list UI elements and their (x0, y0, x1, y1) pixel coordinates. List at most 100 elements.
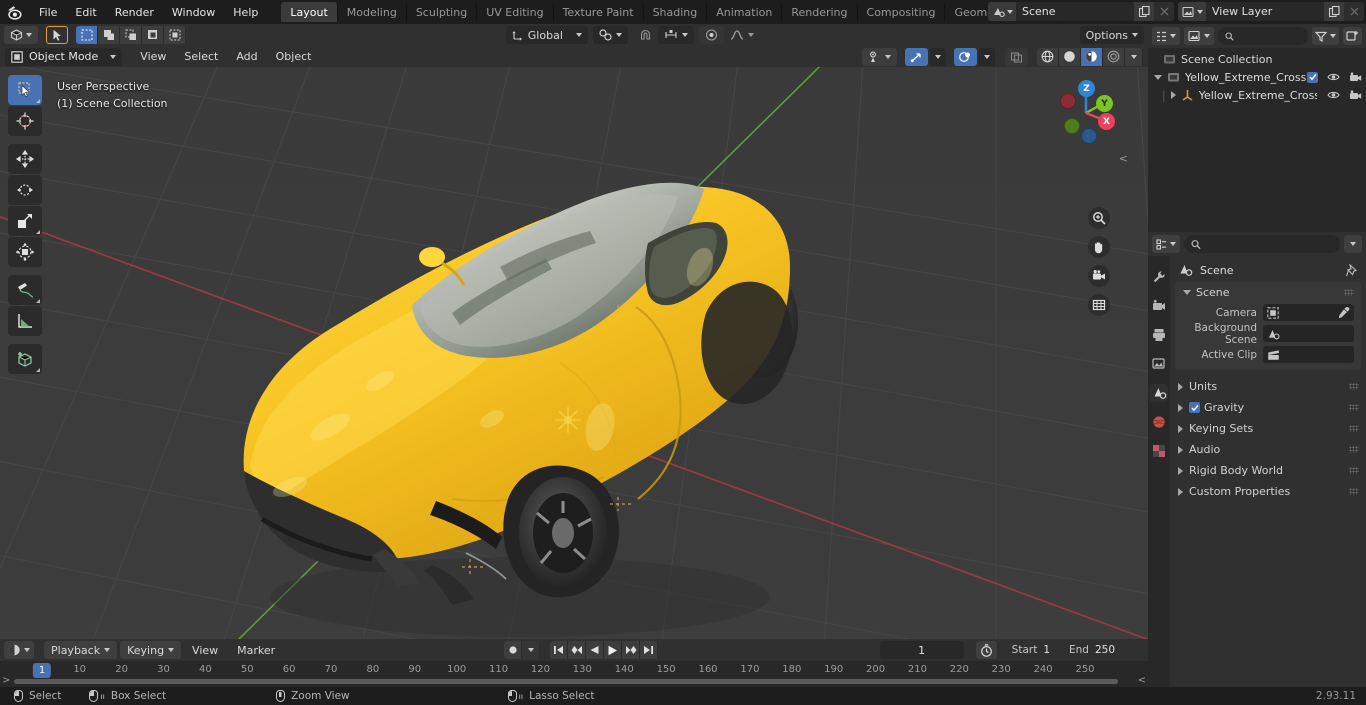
overlay-settings-dropdown[interactable] (979, 47, 995, 66)
navigation-gizmo[interactable]: Z Y X (1048, 77, 1120, 149)
timeline-scrollbar[interactable] (0, 677, 1148, 685)
gizmo-settings-dropdown[interactable] (930, 47, 946, 66)
workspace-tab-compositing[interactable]: Compositing (858, 2, 946, 22)
tool-annotate[interactable] (8, 275, 42, 305)
properties-tab-render[interactable] (1150, 297, 1168, 315)
editor-type-outliner-icon[interactable] (1152, 27, 1180, 45)
tool-cursor[interactable] (8, 106, 42, 136)
properties-search-field[interactable] (1205, 238, 1333, 250)
panel-header-rigid-body-world[interactable]: Rigid Body World (1170, 460, 1366, 481)
car-object-yellow-extreme-crossover[interactable] (0, 67, 1148, 639)
x-icon[interactable] (1154, 2, 1174, 21)
workspace-tab-texture-paint[interactable]: Texture Paint (554, 2, 644, 22)
new-collection-icon[interactable] (1343, 27, 1362, 45)
tool-transform[interactable] (8, 237, 42, 267)
pivot-point-dropdown[interactable] (592, 26, 628, 44)
viewport-3d[interactable]: User Perspective (1) Scene Collection Z … (0, 67, 1148, 639)
record-dot-icon[interactable] (504, 641, 523, 659)
collection-enable-checkbox[interactable] (1307, 71, 1318, 83)
panel-header-gravity[interactable]: Gravity (1170, 397, 1366, 418)
tweak-tool-active-indicator[interactable] (46, 26, 68, 44)
panel-expander-icon[interactable] (1178, 466, 1183, 475)
editor-type-3d-viewport-icon[interactable] (4, 26, 38, 44)
outliner-row-object[interactable]: | Yellow_Extreme_Crossov (1148, 86, 1366, 104)
tool-move[interactable] (8, 144, 42, 174)
panel-expander-icon[interactable] (1183, 289, 1191, 295)
snap-magnet-icon[interactable] (632, 26, 658, 44)
transform-orientation-dropdown[interactable]: Global (505, 26, 588, 44)
show-gizmo-toggle[interactable] (905, 47, 928, 66)
gizmo-axis-z[interactable]: Z (1078, 80, 1095, 97)
view-layer-name[interactable]: View Layer (1206, 2, 1324, 21)
orthographic-grid-icon[interactable] (1088, 294, 1110, 316)
frame-start-field[interactable]: Start 1 (1005, 641, 1060, 659)
tool-rotate[interactable] (8, 175, 42, 205)
panel-expander-icon[interactable] (1178, 487, 1183, 496)
prop-field-camera[interactable] (1263, 304, 1354, 321)
stopwatch-icon[interactable] (975, 641, 997, 659)
workspace-tab-layout[interactable]: Layout (281, 2, 338, 22)
timeline-menu-keying[interactable]: Keying (120, 641, 182, 659)
viewport-menu-select[interactable]: Select (176, 48, 226, 66)
shading-settings-dropdown[interactable] (1125, 47, 1143, 66)
workspace-tab-shading[interactable]: Shading (644, 2, 708, 22)
camera-icon[interactable] (1088, 265, 1110, 287)
autokey-settings-dropdown[interactable] (522, 641, 541, 659)
shading-wireframe-button[interactable] (1037, 47, 1059, 66)
pin-icon[interactable] (1346, 263, 1358, 277)
tool-measure[interactable] (8, 306, 42, 336)
proportional-falloff-dropdown[interactable] (723, 26, 760, 44)
proportional-editing-icon[interactable] (698, 26, 724, 44)
properties-tab-world[interactable] (1150, 413, 1168, 431)
copy-icon[interactable] (1134, 2, 1154, 21)
snap-settings-dropdown[interactable] (657, 26, 694, 44)
properties-tab-tool[interactable] (1150, 268, 1168, 286)
camera-render-icon[interactable] (1349, 89, 1362, 101)
viewport-options-dropdown[interactable]: Options (1079, 26, 1145, 44)
object-mode-dropdown[interactable]: Object Mode (5, 47, 123, 66)
camera-render-icon[interactable] (1349, 71, 1362, 83)
jump-to-prev-keyframe-icon[interactable] (568, 641, 587, 659)
shading-material-preview-button[interactable] (1081, 47, 1103, 66)
panel-header-custom-properties[interactable]: Custom Properties (1170, 481, 1366, 502)
menu-window[interactable]: Window (163, 3, 224, 21)
tool-scale[interactable] (8, 206, 42, 236)
menu-edit[interactable]: Edit (66, 3, 105, 21)
show-overlays-toggle[interactable] (954, 47, 977, 66)
timeline-expand-left-icon[interactable]: > (2, 675, 10, 686)
viewport-menu-add[interactable]: Add (228, 48, 265, 66)
timeline-menu-playback[interactable]: Playback (44, 641, 118, 659)
outliner-row-collection[interactable]: Yellow_Extreme_Crossover_S (1148, 68, 1366, 86)
jump-to-next-keyframe-icon[interactable] (622, 641, 641, 659)
tool-tweak[interactable] (8, 75, 42, 105)
eye-icon[interactable] (1327, 90, 1340, 100)
select-extend-button[interactable] (98, 26, 120, 44)
select-set-button[interactable] (76, 26, 98, 44)
copy-icon[interactable] (1324, 2, 1344, 21)
view-layer-datablock[interactable]: View Layer (1178, 2, 1364, 21)
gizmo-axis-x[interactable]: X (1098, 113, 1115, 130)
timeline-menu-view[interactable]: View (184, 641, 226, 659)
timeline-menu-marker[interactable]: Marker (229, 641, 283, 659)
panel-expander-icon[interactable] (1178, 403, 1183, 412)
viewport-menu-view[interactable]: View (132, 48, 174, 66)
editor-type-timeline-icon[interactable] (4, 641, 34, 659)
expander-closed-icon[interactable] (1170, 91, 1176, 99)
panel-expander-icon[interactable] (1178, 445, 1183, 454)
panel-expander-icon[interactable] (1178, 382, 1183, 391)
panel-header-scene[interactable]: Scene (1175, 282, 1361, 302)
current-frame-field[interactable]: 1 (879, 641, 964, 659)
images-icon[interactable] (1178, 2, 1206, 21)
workspace-tab-animation[interactable]: Animation (707, 2, 783, 22)
play-icon[interactable] (604, 641, 623, 659)
workspace-tab-modeling[interactable]: Modeling (338, 2, 407, 22)
workspace-tab-sculpting[interactable]: Sculpting (407, 2, 478, 22)
panel-header-units[interactable]: Units (1170, 376, 1366, 397)
outliner-row-scene-collection[interactable]: Scene Collection (1148, 50, 1366, 68)
viewport-menu-object[interactable]: Object (268, 48, 320, 66)
gizmo-axis-y[interactable]: Y (1096, 95, 1113, 112)
outliner-display-mode-dropdown[interactable] (1184, 27, 1214, 45)
eyedropper-icon[interactable] (1338, 306, 1350, 319)
jump-to-start-icon[interactable] (550, 641, 569, 659)
properties-search-input[interactable] (1184, 235, 1340, 253)
